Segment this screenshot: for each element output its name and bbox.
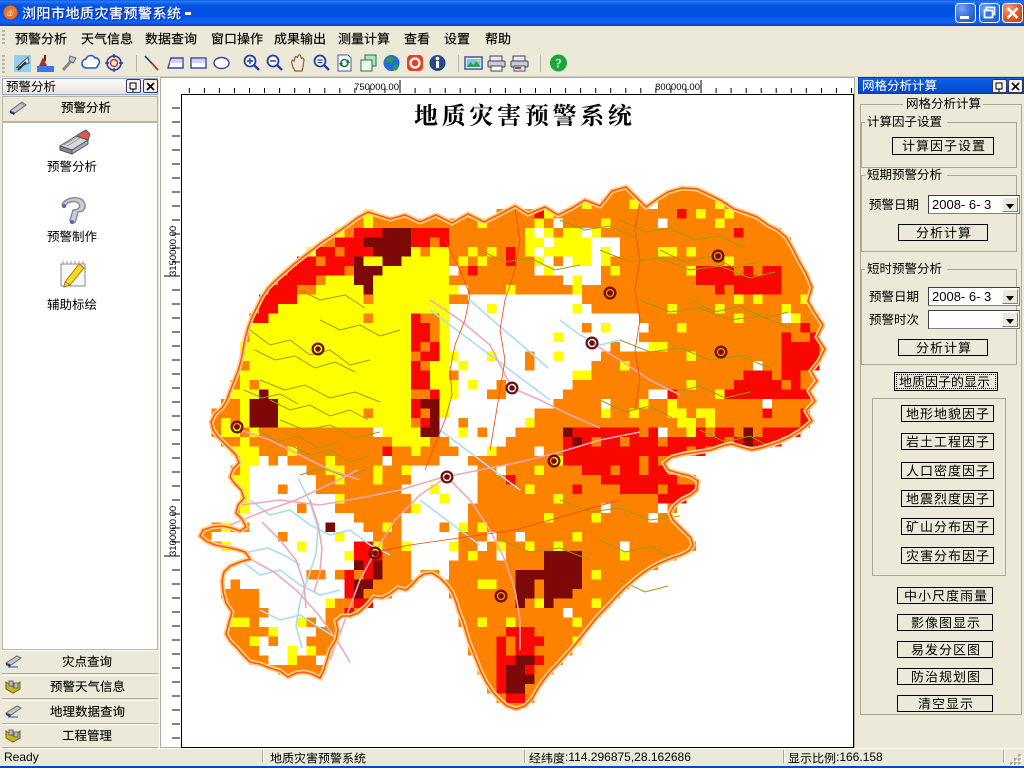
svg-text:?: ? — [555, 56, 562, 71]
svg-text:750000.00: 750000.00 — [354, 82, 399, 93]
svg-text:3150000.00: 3150000.00 — [168, 226, 179, 276]
svg-text:3100000.00: 3100000.00 — [168, 506, 179, 556]
svg-text:800000.00: 800000.00 — [655, 82, 700, 93]
